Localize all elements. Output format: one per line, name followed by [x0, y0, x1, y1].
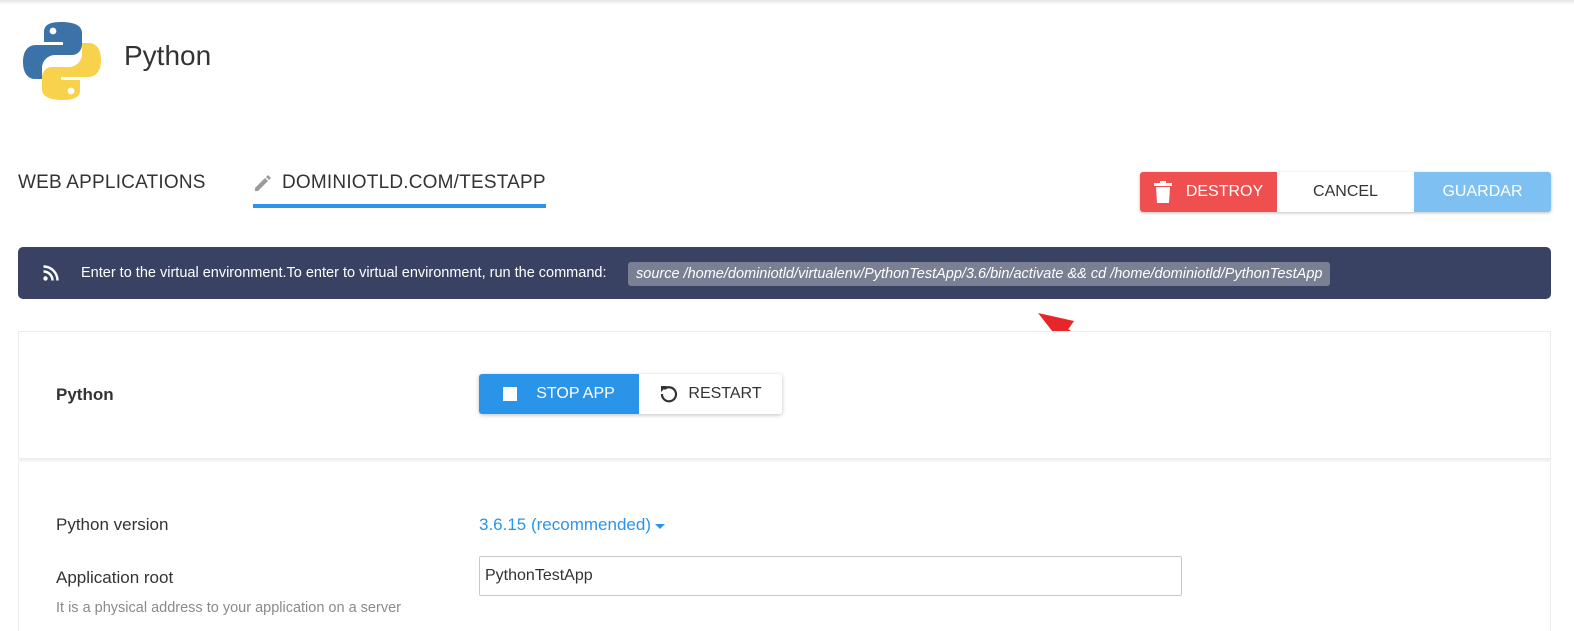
tab-testapp-label: DOMINIOTLD.COM/TESTAPP — [282, 172, 546, 193]
application-root-hint: It is a physical address to your applica… — [56, 600, 401, 616]
chevron-down-icon — [654, 523, 665, 529]
cancel-button[interactable]: CANCEL — [1277, 172, 1414, 212]
stop-icon — [503, 387, 518, 401]
python-version-value: 3.6.15 (recommended) — [479, 515, 651, 534]
application-root-label: Application root — [56, 568, 174, 587]
app-control-buttons: STOP APP RESTART — [479, 374, 782, 414]
python-logo-icon — [23, 22, 101, 100]
notice-command[interactable]: source /home/dominiotld/virtualenv/Pytho… — [628, 262, 1331, 286]
action-buttons: DESTROY CANCEL GUARDAR — [1140, 172, 1551, 212]
trash-icon — [1153, 181, 1172, 203]
section-label: Python — [56, 385, 114, 404]
python-version-dropdown[interactable]: 3.6.15 (recommended) — [479, 515, 665, 535]
rss-icon — [43, 265, 59, 281]
tab-testapp[interactable]: DOMINIOTLD.COM/TESTAPP — [253, 172, 546, 208]
python-version-label: Python version — [56, 515, 169, 534]
stop-app-button[interactable]: STOP APP — [479, 374, 639, 414]
destroy-button[interactable]: DESTROY — [1140, 172, 1277, 212]
restart-icon — [661, 386, 678, 403]
restart-label: RESTART — [688, 385, 762, 402]
pencil-icon — [255, 175, 271, 191]
notice-message: Enter to the virtual environment.To ente… — [81, 265, 607, 281]
virtualenv-notice: Enter to the virtual environment.To ente… — [18, 247, 1551, 299]
save-button[interactable]: GUARDAR — [1414, 172, 1551, 212]
application-root-input[interactable] — [479, 556, 1182, 596]
tab-web-applications[interactable]: WEB APPLICATIONS — [18, 172, 206, 194]
top-shadow — [0, 0, 1574, 5]
stop-app-label: STOP APP — [536, 385, 615, 402]
destroy-label: DESTROY — [1185, 183, 1264, 200]
restart-button[interactable]: RESTART — [639, 374, 782, 414]
card-divider — [18, 458, 1551, 462]
app-title: Python — [124, 40, 212, 71]
